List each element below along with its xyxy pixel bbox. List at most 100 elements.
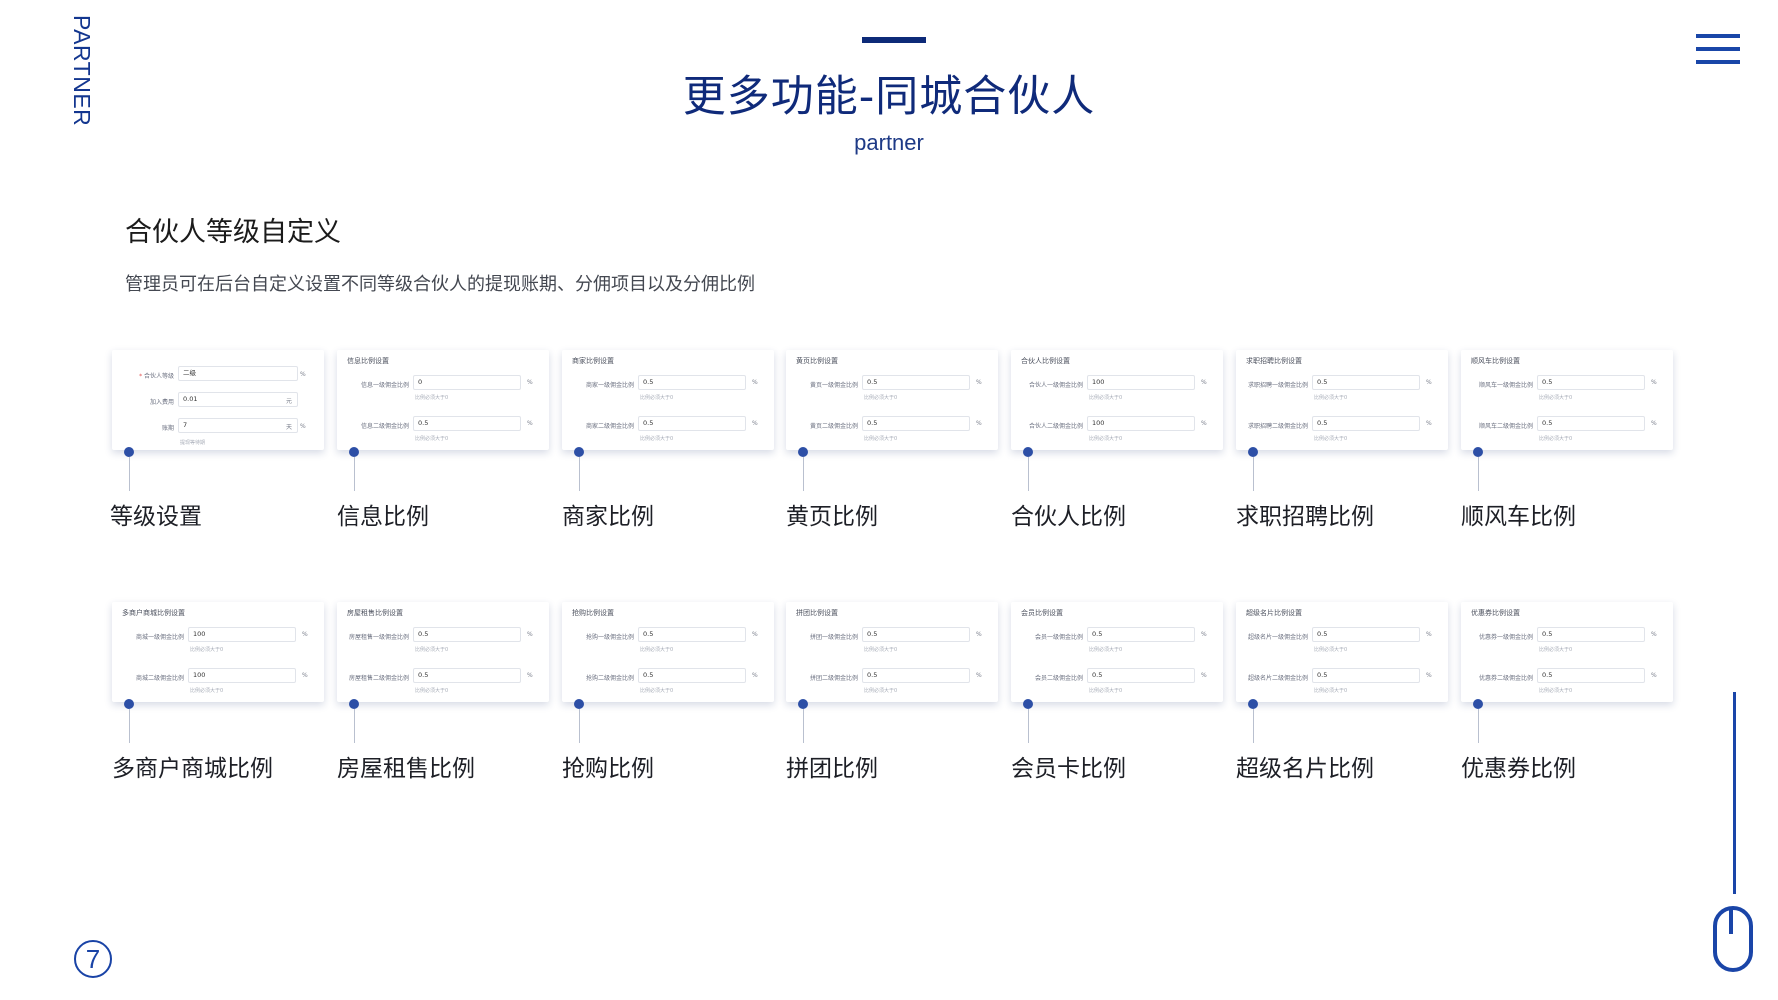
percent-unit: % <box>527 672 533 679</box>
percent-unit: % <box>1651 672 1657 679</box>
ratio-field-hint: 比例必须大于0 <box>1539 688 1573 694</box>
percent-unit: % <box>1651 631 1657 638</box>
card-caption: 等级设置 <box>110 504 202 530</box>
ratio-settings-card: 拼团比例设置 拼团一级佣金比例 0.5% 比例必须大于0 拼团二级佣金比例 0.5% 比例必… <box>786 602 998 702</box>
ratio-field-label: 合伙人二级佣金比例 <box>1028 423 1083 430</box>
level-field-row: * 合伙人等级 二级% <box>112 366 324 390</box>
ratio-field-hint: 比例必须大于0 <box>1539 647 1573 653</box>
card-title: 超级名片比例设置 <box>1246 609 1302 617</box>
ratio-settings-card: 求职招聘比例设置 求职招聘一级佣金比例 0.5% 比例必须大于0 求职招聘二级佣金比例 0… <box>1236 350 1448 450</box>
ratio-field-label: 商家二级佣金比例 <box>585 423 634 430</box>
ratio-settings-card: 合伙人比例设置 合伙人一级佣金比例 100% 比例必须大于0 合伙人二级佣金比例 100%… <box>1011 350 1223 450</box>
card-pin-dot <box>798 699 808 709</box>
ratio-field-row: 顺风车二级佣金比例 0.5% 比例必须大于0 <box>1461 415 1673 445</box>
level-field-label-text: 账期 <box>161 425 174 432</box>
ratio-field-label: 抢购二级佣金比例 <box>585 675 634 682</box>
ratio-field-hint: 比例必须大于0 <box>190 647 224 653</box>
percent-unit: % <box>1651 379 1657 386</box>
ratio-field-row: 信息二级佣金比例 0.5% 比例必须大于0 <box>337 415 549 445</box>
card-caption: 超级名片比例 <box>1236 756 1374 782</box>
ratio-field-label: 信息一级佣金比例 <box>360 382 409 389</box>
page-number: 7 <box>74 940 112 978</box>
ratio-field-input[interactable]: 0.5 <box>862 416 970 431</box>
card-caption: 黄页比例 <box>786 504 878 530</box>
percent-unit: % <box>1426 672 1432 679</box>
ratio-field-hint: 比例必须大于0 <box>864 436 898 442</box>
ratio-field-input[interactable]: 0.5 <box>1537 416 1645 431</box>
ratio-field-label: 商城一级佣金比例 <box>135 634 184 641</box>
ratio-field-hint: 比例必须大于0 <box>640 436 674 442</box>
ratio-field-hint: 比例必须大于0 <box>1089 647 1123 653</box>
card-pin-dot <box>1023 447 1033 457</box>
ratio-settings-card: 信息比例设置 信息一级佣金比例 0% 比例必须大于0 信息二级佣金比例 0.5% 比例必须大… <box>337 350 549 450</box>
level-field-label: * 合伙人等级 <box>116 371 174 380</box>
ratio-field-input[interactable]: 0.5 <box>413 416 521 431</box>
hamburger-menu-icon[interactable] <box>1696 34 1740 64</box>
card-title: 顺风车比例设置 <box>1471 357 1520 365</box>
card-pin-line <box>803 457 804 491</box>
ratio-field-row: 优惠券一级佣金比例 0.5% 比例必须大于0 <box>1461 626 1673 656</box>
ratio-field-row: 优惠券二级佣金比例 0.5% 比例必须大于0 <box>1461 667 1673 697</box>
ratio-field-input[interactable]: 100 <box>1087 416 1195 431</box>
percent-unit: % <box>976 631 982 638</box>
card-pin-line <box>1028 709 1029 743</box>
ratio-field-input[interactable]: 0.5 <box>638 627 746 642</box>
card-pin-line <box>354 709 355 743</box>
ratio-field-input[interactable]: 100 <box>1087 375 1195 390</box>
level-field-input[interactable]: 0.01 <box>178 392 298 407</box>
ratio-field-input[interactable]: 0.5 <box>638 668 746 683</box>
ratio-field-hint: 比例必须大于0 <box>190 688 224 694</box>
ratio-field-label: 黄页二级佣金比例 <box>809 423 858 430</box>
ratio-field-label: 黄页一级佣金比例 <box>809 382 858 389</box>
ratio-settings-card: 顺风车比例设置 顺风车一级佣金比例 0.5% 比例必须大于0 顺风车二级佣金比例 0.5%… <box>1461 350 1673 450</box>
ratio-field-label: 会员二级佣金比例 <box>1034 675 1083 682</box>
percent-unit: % <box>1201 420 1207 427</box>
ratio-field-input[interactable]: 0.5 <box>862 627 970 642</box>
card-title: 多商户商城比例设置 <box>122 609 185 617</box>
ratio-field-input[interactable]: 0.5 <box>413 627 521 642</box>
ratio-settings-card: 优惠券比例设置 优惠券一级佣金比例 0.5% 比例必须大于0 优惠券二级佣金比例 0.5%… <box>1461 602 1673 702</box>
ratio-field-input[interactable]: 0.5 <box>862 375 970 390</box>
ratio-field-hint: 比例必须大于0 <box>1314 395 1348 401</box>
ratio-field-input[interactable]: 100 <box>188 627 296 642</box>
ratio-field-row: 会员一级佣金比例 0.5% 比例必须大于0 <box>1011 626 1223 656</box>
ratio-field-label: 抢购一级佣金比例 <box>585 634 634 641</box>
ratio-field-input[interactable]: 0.5 <box>1312 668 1420 683</box>
card-title: 优惠券比例设置 <box>1471 609 1520 617</box>
ratio-field-input[interactable]: 0.5 <box>1087 627 1195 642</box>
level-field-label-text: 加入费用 <box>149 399 174 406</box>
scroll-track[interactable] <box>1733 692 1736 894</box>
ratio-field-input[interactable]: 0 <box>413 375 521 390</box>
ratio-field-input[interactable]: 0.5 <box>1312 375 1420 390</box>
ratio-field-input[interactable]: 0.5 <box>862 668 970 683</box>
page-title: 更多功能-同城合伙人 <box>682 72 1096 122</box>
ratio-field-input[interactable]: 0.5 <box>1537 375 1645 390</box>
ratio-field-input[interactable]: 0.5 <box>413 668 521 683</box>
ratio-field-row: 超级名片二级佣金比例 0.5% 比例必须大于0 <box>1236 667 1448 697</box>
percent-unit: % <box>302 672 308 679</box>
card-pin-line <box>579 709 580 743</box>
ratio-field-label: 求职招聘一级佣金比例 <box>1247 382 1308 389</box>
card-pin-dot <box>349 447 359 457</box>
card-pin-line <box>129 709 130 743</box>
ratio-field-input[interactable]: 0.5 <box>1312 627 1420 642</box>
ratio-field-row: 商城二级佣金比例 100% 比例必须大于0 <box>112 667 324 697</box>
level-field-input[interactable]: 二级 <box>178 366 298 381</box>
level-field-input[interactable]: 7 <box>178 418 298 433</box>
card-title: 黄页比例设置 <box>796 357 838 365</box>
card-caption: 抢购比例 <box>562 756 654 782</box>
scroll-mouse-icon[interactable] <box>1713 906 1753 972</box>
ratio-field-row: 合伙人二级佣金比例 100% 比例必须大于0 <box>1011 415 1223 445</box>
ratio-field-input[interactable]: 0.5 <box>1537 668 1645 683</box>
ratio-field-input[interactable]: 0.5 <box>1537 627 1645 642</box>
card-pin-line <box>1253 709 1254 743</box>
ratio-field-input[interactable]: 0.5 <box>638 375 746 390</box>
ratio-settings-card: 超级名片比例设置 超级名片一级佣金比例 0.5% 比例必须大于0 超级名片二级佣金比例 0… <box>1236 602 1448 702</box>
percent-unit: % <box>752 631 758 638</box>
ratio-field-input[interactable]: 100 <box>188 668 296 683</box>
ratio-field-input[interactable]: 0.5 <box>1312 416 1420 431</box>
percent-unit: % <box>1426 631 1432 638</box>
ratio-field-label: 商家一级佣金比例 <box>585 382 634 389</box>
ratio-field-input[interactable]: 0.5 <box>638 416 746 431</box>
ratio-field-input[interactable]: 0.5 <box>1087 668 1195 683</box>
